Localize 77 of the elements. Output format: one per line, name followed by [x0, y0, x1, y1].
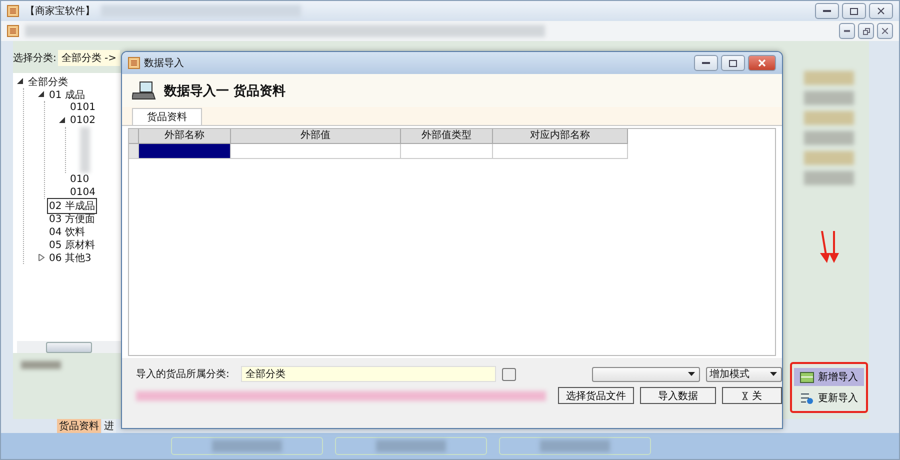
table-cell[interactable] — [139, 144, 231, 159]
import-button[interactable]: 更新导入 — [794, 389, 864, 407]
column-header[interactable]: 对应内部名称 — [493, 129, 628, 144]
tree-item[interactable]: 01 成品 — [47, 86, 87, 102]
caret-icon — [770, 372, 777, 376]
browse-button[interactable] — [502, 368, 516, 380]
import-button[interactable]: 导入数据 — [640, 387, 716, 404]
tree-item[interactable]: 05 原材料 — [47, 236, 97, 252]
column-header[interactable]: 外部值类型 — [401, 129, 493, 144]
table-cell[interactable] — [401, 144, 493, 159]
minimize-button[interactable] — [694, 55, 718, 71]
maximize-button[interactable] — [842, 3, 866, 19]
close-icon — [742, 392, 748, 400]
close-icon — [882, 28, 888, 34]
close-icon — [877, 7, 885, 15]
table-cell[interactable] — [493, 144, 628, 159]
blurred-region — [804, 171, 854, 185]
maximize-icon — [729, 60, 737, 66]
column-header[interactable]: 外部名称 — [139, 129, 231, 144]
expander-icon[interactable] — [17, 78, 24, 85]
maximize-button[interactable] — [721, 55, 745, 71]
table-cell[interactable] — [231, 144, 401, 159]
app-icon — [7, 25, 19, 37]
maximize-icon — [850, 8, 858, 14]
close-icon — [758, 59, 766, 67]
filter-label: 选择分类: — [13, 52, 56, 65]
select-file-button[interactable]: 选择货品文件 — [558, 387, 634, 404]
tree-item[interactable]: 03 方便面 — [47, 210, 97, 226]
minimize-icon — [702, 62, 710, 64]
horizontal-scrollbar[interactable] — [17, 341, 121, 353]
app-icon — [7, 5, 19, 17]
list-icon — [800, 392, 814, 404]
blurred-region — [21, 361, 61, 369]
tree-item[interactable]: 04 饮料 — [47, 224, 87, 240]
blurred-region — [804, 131, 854, 145]
tree-item[interactable]: 0102 — [68, 114, 98, 127]
app-icon — [128, 57, 140, 69]
expander-icon[interactable] — [59, 117, 66, 124]
tree-item[interactable]: 0101 — [68, 101, 98, 114]
document-tab[interactable]: 进 — [102, 419, 116, 433]
tab[interactable]: 货品资料 — [132, 108, 202, 125]
blurred-region — [804, 71, 854, 85]
window-title: 【商家宝软件】 — [25, 4, 95, 18]
close-button[interactable]: 关 — [722, 387, 782, 404]
tree-item[interactable]: 02 半成品 — [47, 198, 97, 214]
blurred-region — [804, 91, 854, 105]
blurred-region — [804, 151, 854, 165]
dialog-title: 数据导入 — [144, 56, 184, 70]
column-header[interactable]: 外部值 — [231, 129, 401, 144]
minimize-icon — [823, 10, 831, 12]
tree-item[interactable]: 全部分类 — [26, 74, 70, 90]
restore-button[interactable] — [858, 23, 874, 39]
table-icon — [800, 372, 814, 382]
close-button[interactable] — [748, 55, 776, 71]
dialog-heading: 数据导入一 货品资料 — [164, 82, 286, 100]
minimize-button[interactable] — [839, 23, 855, 39]
blurred-region — [80, 127, 90, 173]
close-button[interactable] — [877, 23, 893, 39]
tree-item[interactable]: 010 — [68, 173, 92, 186]
category-field[interactable]: 全部分类 — [241, 366, 496, 382]
minimize-button[interactable] — [815, 3, 839, 19]
computer-icon — [132, 80, 156, 100]
dropdown[interactable] — [592, 366, 700, 382]
expander-icon[interactable] — [38, 91, 45, 98]
tree-item[interactable]: 06 其他3 — [47, 250, 94, 266]
category-field[interactable]: 全部分类 -> — [58, 50, 120, 66]
row-header — [129, 129, 139, 144]
document-tab[interactable]: 货品资料 — [57, 419, 101, 433]
blurred-region — [804, 111, 854, 125]
category-label: 导入的货品所属分类: — [136, 368, 230, 381]
mode-dropdown[interactable]: 增加模式 — [706, 366, 782, 382]
restore-icon — [862, 28, 870, 34]
tree-item[interactable]: 0104 — [68, 186, 98, 199]
caret-icon — [688, 372, 695, 376]
import-button[interactable]: 新增导入 — [794, 368, 864, 386]
minimize-icon — [844, 30, 850, 32]
close-button[interactable] — [869, 3, 893, 19]
